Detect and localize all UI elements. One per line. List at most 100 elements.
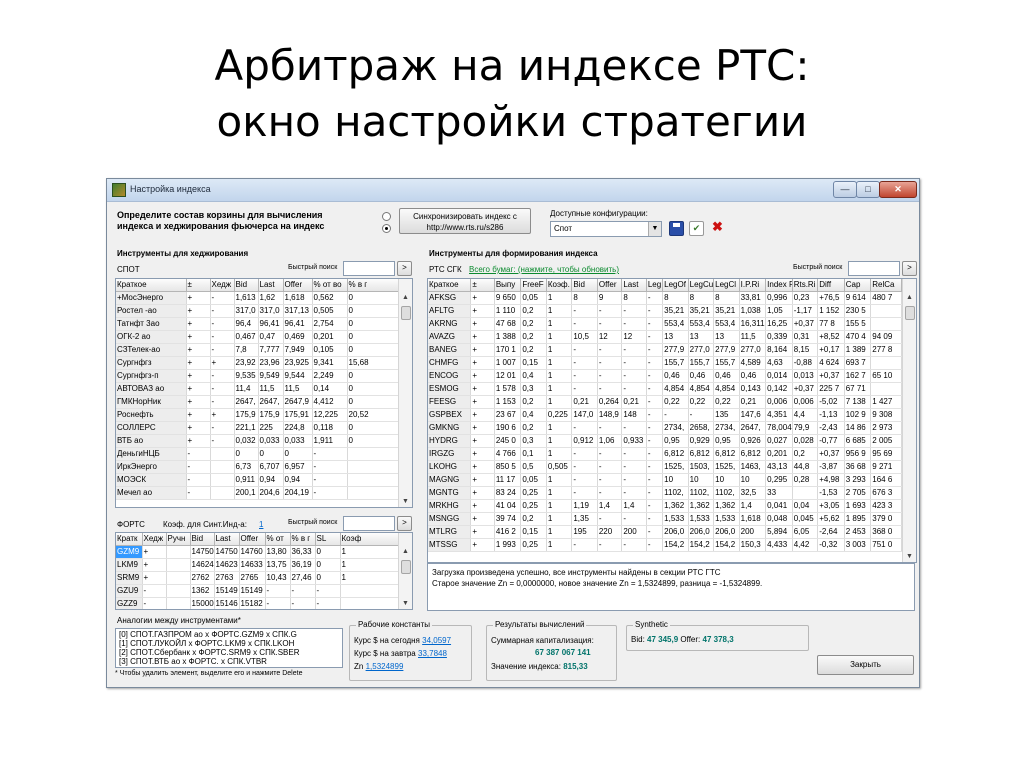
table-cell[interactable]: 1102, (688, 486, 715, 500)
table-cell[interactable]: 0,225 (546, 408, 573, 422)
table-cell[interactable]: 1,613 (234, 291, 259, 305)
table-cell[interactable]: AVAZG (428, 330, 472, 344)
table-cell[interactable]: - (210, 304, 235, 318)
table-cell[interactable]: 2647, (739, 421, 767, 435)
table-cell[interactable]: 1 (546, 317, 573, 331)
table-cell[interactable]: 7 138 (844, 395, 872, 409)
table-cell[interactable]: - (597, 460, 623, 474)
table-cell[interactable]: -0,88 (792, 356, 819, 370)
index-col-header[interactable]: Bid (571, 279, 598, 292)
table-cell[interactable]: MTSSG (428, 538, 472, 552)
index-col-header[interactable]: FreeF (520, 279, 547, 292)
table-row[interactable]: LKOHG +850 5 0,5 0,505- - - -1525, 1503, 1525, 14… (428, 460, 902, 474)
table-cell[interactable]: + (470, 499, 495, 513)
table-cell[interactable]: 553,4 (662, 317, 689, 331)
table-cell[interactable]: 164 6 (870, 473, 902, 487)
table-cell[interactable]: +8,52 (817, 330, 845, 344)
table-cell[interactable]: 4,412 (312, 395, 348, 409)
table-cell[interactable]: 11 17 (494, 473, 522, 487)
table-cell[interactable]: 102 9 (844, 408, 872, 422)
table-cell[interactable]: 0,15 (520, 356, 547, 370)
forts-search-go-button[interactable]: > (397, 516, 412, 531)
table-cell[interactable]: 1463, (739, 460, 767, 474)
table-cell[interactable]: 44,8 (792, 460, 819, 474)
table-cell[interactable]: 14 86 (844, 421, 872, 435)
forts-col-header[interactable]: Коэф (340, 533, 399, 546)
table-cell[interactable]: 0,25 (520, 486, 547, 500)
table-cell[interactable]: 6,73 (234, 460, 259, 474)
table-cell[interactable]: 2 005 (870, 434, 902, 448)
table-cell[interactable]: 0,2 (520, 330, 547, 344)
table-cell[interactable]: 0,14 (312, 382, 348, 396)
table-cell[interactable]: - (265, 584, 291, 598)
close-button[interactable]: Закрыть (817, 655, 914, 675)
table-cell[interactable] (347, 486, 399, 500)
table-cell[interactable]: - (312, 447, 348, 461)
table-cell[interactable]: - (210, 369, 235, 383)
table-cell[interactable]: 224,8 (283, 421, 313, 435)
table-cell[interactable]: 154,2 (713, 538, 740, 552)
scroll-thumb[interactable] (905, 306, 915, 320)
table-cell[interactable]: + (470, 434, 495, 448)
hedge-col-header[interactable]: Bid (234, 279, 259, 292)
table-row[interactable]: BANEG +170 1 0,2 1- - - -277,9 277,0 277,9 277,0 8… (428, 343, 902, 357)
hedge-search-go-button[interactable]: > (397, 261, 412, 276)
table-cell[interactable]: 175,91 (283, 408, 313, 422)
table-cell[interactable]: - (621, 304, 647, 318)
table-cell[interactable]: - (571, 356, 598, 370)
table-cell[interactable]: - (597, 356, 623, 370)
table-cell[interactable]: +3,05 (817, 499, 845, 513)
table-cell[interactable]: 8 (713, 291, 740, 305)
table-cell[interactable]: 1102, (713, 486, 740, 500)
hedge-col-header[interactable]: Last (258, 279, 284, 292)
table-cell[interactable]: 14750 (214, 545, 240, 559)
table-cell[interactable]: 6,957 (283, 460, 313, 474)
table-cell[interactable]: 416 2 (494, 525, 522, 539)
table-cell[interactable]: 1 427 (870, 395, 902, 409)
table-cell[interactable]: - (210, 291, 235, 305)
table-cell[interactable]: 0,28 (792, 473, 819, 487)
table-cell[interactable]: 0,31 (792, 330, 819, 344)
table-cell[interactable]: 0,295 (765, 473, 793, 487)
table-cell[interactable]: 0,142 (765, 382, 793, 396)
table-cell[interactable] (347, 447, 399, 461)
index-col-header[interactable]: Cap (844, 279, 872, 292)
table-cell[interactable]: 155 5 (844, 317, 872, 331)
table-cell[interactable]: -1,53 (817, 486, 845, 500)
table-cell[interactable]: 0,033 (258, 434, 284, 448)
table-cell[interactable]: + (470, 473, 495, 487)
table-cell[interactable]: 0,1 (520, 447, 547, 461)
table-cell[interactable]: СОЛЛЕРС (116, 421, 187, 435)
table-cell[interactable]: 1 (546, 356, 573, 370)
table-cell[interactable]: - (621, 447, 647, 461)
table-cell[interactable]: - (312, 486, 348, 500)
table-cell[interactable]: -1,17 (792, 304, 819, 318)
table-cell[interactable] (340, 597, 399, 609)
table-cell[interactable]: 379 0 (870, 512, 902, 526)
index-search-input[interactable] (848, 261, 900, 276)
table-cell[interactable]: 204,19 (283, 486, 313, 500)
table-cell[interactable]: 0,028 (792, 434, 819, 448)
table-cell[interactable]: -3,87 (817, 460, 845, 474)
table-row[interactable]: AFLTG +1 110 0,2 1- - - -35,21 35,21 35,21 1,038 1… (428, 304, 902, 318)
check-icon[interactable]: ✔ (689, 221, 704, 236)
table-row[interactable]: MSNGG +39 74 0,2 1 1,35- - -1,533 1,533 1,533 1,6… (428, 512, 902, 526)
table-cell[interactable]: - (597, 317, 623, 331)
table-cell[interactable]: 0,95 (662, 434, 689, 448)
table-cell[interactable] (340, 584, 399, 598)
table-cell[interactable]: 553,4 (713, 317, 740, 331)
table-cell[interactable]: - (597, 538, 623, 552)
table-cell[interactable]: 96,41 (258, 317, 284, 331)
table-cell[interactable]: 3 003 (844, 538, 872, 552)
table-cell[interactable]: 0,033 (283, 434, 313, 448)
table-cell[interactable]: 751 0 (870, 538, 902, 552)
table-cell[interactable]: 317,0 (258, 304, 284, 318)
table-cell[interactable]: 96,41 (283, 317, 313, 331)
table-cell[interactable]: MGNTG (428, 486, 472, 500)
table-cell[interactable]: 0,201 (765, 447, 793, 461)
table-cell[interactable]: 0,505 (546, 460, 573, 474)
table-cell[interactable]: + (186, 421, 211, 435)
table-cell[interactable]: 12,225 (312, 408, 348, 422)
table-cell[interactable]: +0,37 (792, 382, 819, 396)
scroll-up-icon[interactable]: ▲ (399, 546, 412, 557)
